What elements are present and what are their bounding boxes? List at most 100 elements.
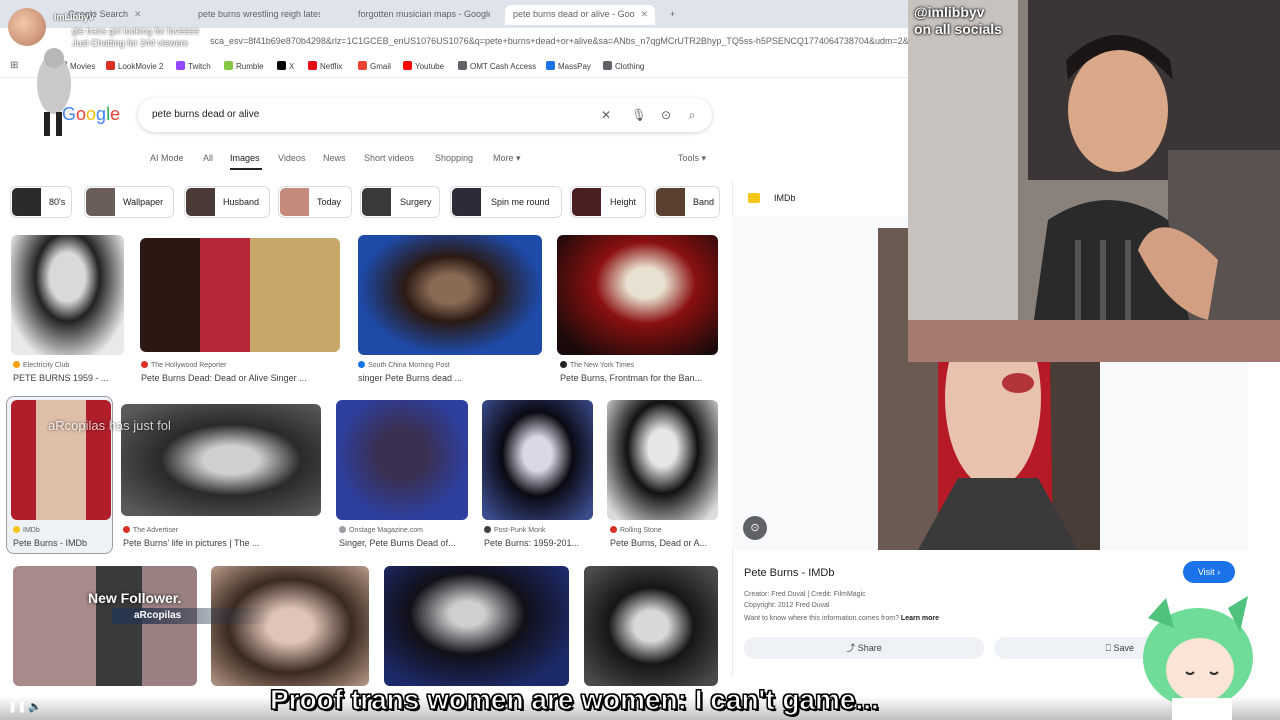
bookmark-item[interactable]: MassPay — [546, 61, 591, 71]
stream-status: Just Chatting for 244 viewers — [72, 38, 189, 48]
rumble-icon — [224, 61, 233, 70]
clear-search-icon[interactable]: ✕ — [598, 107, 614, 123]
result-source[interactable]: The New York Times — [560, 361, 634, 369]
visit-button[interactable]: Visit › — [1183, 561, 1235, 583]
result-source[interactable]: Rolling Stone — [610, 526, 662, 534]
chevron-down-icon: ▾ — [701, 153, 707, 163]
bookmark-item[interactable]: Rumble — [224, 61, 264, 71]
bookmark-item[interactable]: Netflix — [308, 61, 342, 71]
site-favicon — [358, 361, 365, 368]
tab-all[interactable]: All — [203, 153, 213, 163]
tab-ai-mode[interactable]: AI Mode — [150, 153, 184, 163]
chevron-down-icon: ▾ — [516, 153, 521, 163]
result-caption[interactable]: PETE BURNS 1959 - ... — [13, 373, 123, 383]
result-source[interactable]: Post-Punk Monk — [484, 526, 545, 534]
site-favicon — [123, 526, 130, 533]
bookmark-item[interactable]: X — [277, 61, 294, 71]
new-follower-name: aRcopilas — [112, 608, 272, 624]
tab-short-videos[interactable]: Short videos — [364, 153, 414, 163]
image-result-thumbnail[interactable] — [358, 235, 542, 355]
filter-chip[interactable]: Husband — [184, 186, 270, 218]
apps-grid-icon[interactable]: ⊞ — [10, 61, 20, 71]
image-result-thumbnail[interactable] — [482, 400, 593, 520]
filter-chip[interactable]: Height — [570, 186, 646, 218]
result-caption[interactable]: Pete Burns, Frontman for the Ban... — [560, 373, 720, 383]
result-source[interactable]: Onstage Magazine.com — [339, 526, 423, 534]
result-source[interactable]: IMDb — [13, 526, 40, 534]
bookmark-item[interactable]: Gmail — [358, 61, 391, 71]
filter-chip[interactable]: 80's — [10, 186, 72, 218]
chip-thumbnail — [452, 188, 481, 216]
lens-search-icon[interactable]: ⊙ — [743, 516, 767, 540]
url-text[interactable]: sca_esv=8f41b69e870b4298&rlz=1C1GCEB_enU… — [210, 36, 910, 46]
bookmark-item[interactable]: Youtube — [403, 61, 444, 71]
filter-chip[interactable]: Today — [278, 186, 352, 218]
filter-chip[interactable]: Surgery — [360, 186, 440, 218]
browser-tab[interactable]: forgotten musician maps - Google✕ — [350, 5, 490, 25]
tab-more[interactable]: More ▾ — [493, 153, 521, 164]
social-handle: @imlibbyv — [914, 4, 985, 20]
learn-more-link[interactable]: Learn more — [901, 615, 939, 622]
anime-mascot — [1143, 596, 1253, 720]
filter-chip[interactable]: Spin me round — [450, 186, 562, 218]
search-icon[interactable]: ⌕ — [684, 107, 700, 123]
result-caption[interactable]: Pete Burns Dead: Dead or Alive Singer ..… — [141, 373, 341, 383]
google-logo[interactable]: Google — [62, 104, 120, 125]
close-tab-icon[interactable]: ✕ — [641, 9, 649, 19]
filter-chip[interactable]: Band — [654, 186, 720, 218]
browser-tab-active[interactable]: pete burns dead or alive - Goo ✕ — [505, 5, 655, 25]
result-source[interactable]: The Advertiser — [123, 526, 178, 534]
streamer-name: ImLibbyV — [54, 12, 95, 22]
bookmark-item[interactable]: LookMovie 2 — [106, 61, 163, 71]
image-result-thumbnail[interactable] — [557, 235, 718, 355]
result-caption[interactable]: singer Pete Burns dead ... — [358, 373, 538, 383]
image-result-thumbnail[interactable] — [11, 235, 124, 355]
image-result-thumbnail[interactable] — [384, 566, 569, 686]
result-caption[interactable]: Singer, Pete Burns Dead of... — [339, 538, 469, 548]
bookmark-item[interactable]: Clothing — [603, 61, 644, 71]
stream-info: ImLibbyV gle trans girl looking for love… — [8, 8, 228, 48]
result-source[interactable]: South China Morning Post — [358, 361, 450, 369]
pause-icon[interactable]: ❚❚ — [8, 700, 26, 713]
search-input[interactable]: pete burns dead or alive — [152, 109, 259, 120]
image-result-thumbnail[interactable] — [336, 400, 468, 520]
x-icon — [277, 61, 286, 70]
bookmark-item[interactable]: Twitch — [176, 61, 211, 71]
share-icon: ⤴ — [846, 643, 856, 653]
result-source[interactable]: The Hollywood Reporter — [141, 361, 226, 369]
tab-news[interactable]: News — [323, 153, 346, 163]
result-caption[interactable]: Pete Burns, Dead or A... — [610, 538, 718, 548]
filter-chip[interactable]: Wallpaper — [84, 186, 174, 218]
result-caption[interactable]: Pete Burns' life in pictures | The ... — [123, 538, 323, 548]
learn-more-text: Want to know where this information come… — [744, 615, 940, 622]
social-caption: on all socials — [914, 21, 1002, 37]
image-credit: Creator: Fred Duval | Credit: FilmMagic — [744, 591, 866, 598]
chip-thumbnail — [572, 188, 601, 216]
bookmark-item[interactable]: OMT Cash Access — [458, 61, 536, 71]
tools-button[interactable]: Tools ▾ — [678, 153, 706, 164]
image-result-thumbnail[interactable] — [140, 238, 340, 352]
chip-thumbnail — [86, 188, 115, 216]
image-result-thumbnail[interactable] — [607, 400, 718, 520]
result-source[interactable]: Electricity Club — [13, 361, 69, 369]
microphone-icon[interactable]: 🎙 — [631, 107, 647, 123]
stream-frame: Google Search ✕ pete burns wrestling reig… — [0, 0, 1280, 720]
twitch-icon — [176, 61, 185, 70]
preview-site-name[interactable]: IMDb — [774, 193, 796, 203]
lens-icon[interactable]: ⊙ — [658, 107, 674, 123]
image-result-thumbnail[interactable] — [584, 566, 718, 686]
tab-shopping[interactable]: Shopping — [435, 153, 473, 163]
volume-icon[interactable]: 🔈 — [28, 700, 42, 713]
bookmarks-bar: Movies LookMovie 2 Twitch Rumble X Netfl… — [0, 56, 908, 78]
stream-title: gle trans girl looking for loveeee — [72, 26, 200, 36]
search-box[interactable]: pete burns dead or alive ✕ 🎙 ⊙ ⌕ — [138, 98, 712, 132]
stream-caption: Proof trans women are women: I can't gam… — [270, 684, 880, 716]
share-button[interactable]: ⤴ Share — [744, 637, 984, 659]
tab-videos[interactable]: Videos — [278, 153, 305, 163]
result-caption[interactable]: Pete Burns: 1959-201... — [484, 538, 592, 548]
new-tab-icon[interactable]: + — [662, 5, 682, 25]
result-caption[interactable]: Pete Burns - IMDb — [13, 538, 109, 548]
tab-images[interactable]: Images — [230, 153, 260, 163]
bookmark-icon — [458, 61, 467, 70]
preview-title[interactable]: Pete Burns - IMDb — [744, 567, 834, 579]
